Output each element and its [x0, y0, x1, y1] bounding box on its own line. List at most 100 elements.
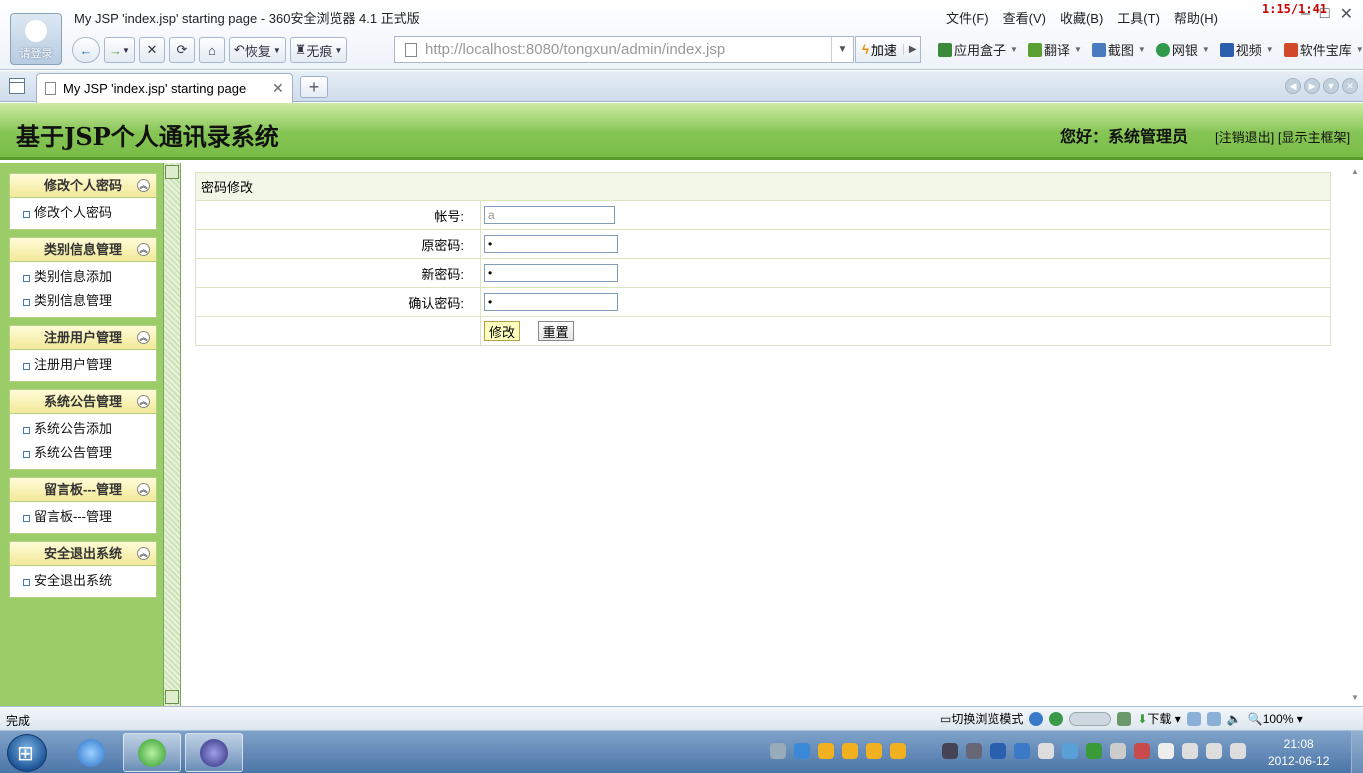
tray-app-icon[interactable]: [1110, 743, 1126, 759]
tray-network-icon[interactable]: [1206, 743, 1222, 759]
tool-software[interactable]: 软件宝库 ▼: [1283, 40, 1363, 59]
cleanup-icon[interactable]: [1117, 711, 1132, 726]
tray-qq-icon[interactable]: [818, 743, 834, 759]
menu-view[interactable]: 查看(V): [1003, 8, 1046, 27]
new-password-input[interactable]: [484, 264, 618, 282]
collapse-icon[interactable]: ︽: [137, 547, 150, 560]
menu-group-header[interactable]: 修改个人密码 ︽: [9, 173, 157, 198]
address-bar[interactable]: http://localhost:8080/tongxun/admin/inde…: [394, 36, 854, 63]
security-icon[interactable]: [1049, 711, 1064, 726]
close-window-icon[interactable]: ✕: [1340, 4, 1353, 24]
confirm-password-input[interactable]: [484, 293, 618, 311]
menu-file[interactable]: 文件(F): [946, 8, 989, 27]
zoom-control[interactable]: 🔍100% ▾: [1248, 712, 1303, 726]
collapse-icon[interactable]: ︽: [137, 243, 150, 256]
address-dropdown-icon[interactable]: ▼: [831, 37, 853, 62]
ie-mode-icon[interactable]: [1029, 711, 1044, 726]
close-all-tabs-icon[interactable]: ✕: [1342, 78, 1358, 94]
tray-app-icon[interactable]: [1062, 743, 1078, 759]
tray-qq-icon[interactable]: [890, 743, 906, 759]
splitter-top-button[interactable]: [165, 165, 179, 179]
tray-shield-icon[interactable]: [1014, 743, 1030, 759]
address-url[interactable]: http://localhost:8080/tongxun/admin/inde…: [425, 41, 831, 58]
tray-app-icon[interactable]: [966, 743, 982, 759]
back-button[interactable]: ←: [72, 37, 100, 63]
menu-group-header[interactable]: 类别信息管理 ︽: [9, 237, 157, 262]
tool-ebank[interactable]: 网银 ▼: [1155, 40, 1210, 59]
scroll-up-icon[interactable]: ▲: [1351, 167, 1359, 176]
tray-qq-icon[interactable]: [842, 743, 858, 759]
start-button[interactable]: [7, 734, 47, 772]
speed-button[interactable]: ϟ 加速 ▶: [855, 36, 921, 63]
restore-button[interactable]: ↶ 恢复 ▼: [228, 37, 286, 63]
toggle-switch-icon[interactable]: [1069, 711, 1112, 726]
login-avatar[interactable]: 请登录: [10, 13, 62, 65]
browse-mode-toggle[interactable]: ▭切换浏览模式: [940, 710, 1023, 727]
show-desktop-button[interactable]: [1351, 731, 1363, 773]
menu-item-notice-manage[interactable]: 系统公告管理: [10, 441, 156, 465]
submit-button[interactable]: 修改: [484, 321, 521, 341]
menu-tools[interactable]: 工具(T): [1117, 8, 1160, 27]
menu-item-category-add[interactable]: 类别信息添加: [10, 265, 156, 289]
stop-button[interactable]: ✕: [138, 37, 165, 63]
tray-app-icon[interactable]: [1086, 743, 1102, 759]
menu-group-header[interactable]: 留言板---管理 ︽: [9, 477, 157, 502]
collapse-icon[interactable]: ︽: [137, 395, 150, 408]
menu-group-header[interactable]: 系统公告管理 ︽: [9, 389, 157, 414]
collapse-icon[interactable]: ︽: [137, 179, 150, 192]
tray-flag-icon[interactable]: [1158, 743, 1174, 759]
menu-group-header[interactable]: 安全退出系统 ︽: [9, 541, 157, 566]
system-clock[interactable]: 21:08 2012-06-12: [1268, 736, 1329, 770]
tab-active[interactable]: My JSP 'index.jsp' starting page ✕: [36, 73, 293, 103]
tool-screenshot[interactable]: 截图 ▼: [1091, 40, 1146, 59]
menu-item-notice-add[interactable]: 系统公告添加: [10, 417, 156, 441]
home-button[interactable]: ⌂: [198, 37, 225, 63]
tray-qq-icon[interactable]: [866, 743, 882, 759]
download-button[interactable]: ⬇下载 ▾: [1137, 710, 1180, 727]
tool-app-box[interactable]: 应用盒子 ▼: [938, 40, 1018, 59]
tray-app-icon[interactable]: [990, 743, 1006, 759]
taskbar-360-browser[interactable]: [123, 733, 181, 772]
tab-scroll-left-icon[interactable]: ◀: [1285, 78, 1301, 94]
menu-group-header[interactable]: 注册用户管理 ︽: [9, 325, 157, 350]
close-tab-icon[interactable]: ✕: [272, 80, 292, 97]
go-icon[interactable]: ▶: [902, 44, 917, 55]
collapse-icon[interactable]: ︽: [137, 483, 150, 496]
forward-button[interactable]: → ▼: [104, 37, 135, 63]
tray-app-icon[interactable]: [1038, 743, 1054, 759]
tool-translate[interactable]: 翻译 ▼: [1027, 40, 1082, 59]
menu-item-guestbook-manage[interactable]: 留言板---管理: [10, 505, 156, 529]
tray-app-icon[interactable]: [794, 743, 810, 759]
tray-app-icon[interactable]: [1182, 743, 1198, 759]
menu-help[interactable]: 帮助(H): [1174, 8, 1218, 27]
tray-app-icon[interactable]: [1134, 743, 1150, 759]
frame-splitter[interactable]: [163, 163, 181, 706]
refresh-button[interactable]: ⟳: [168, 37, 195, 63]
menu-item-user-manage[interactable]: 注册用户管理: [10, 353, 156, 377]
status-tool-icon[interactable]: [1206, 711, 1221, 726]
sidebar-toggle-icon[interactable]: [9, 78, 25, 94]
tray-app-icon[interactable]: [942, 743, 958, 759]
taskbar-ie[interactable]: [62, 733, 120, 772]
tray-keyboard-icon[interactable]: [770, 743, 786, 759]
new-tab-button[interactable]: +: [300, 76, 328, 98]
collapse-icon[interactable]: ︽: [137, 331, 150, 344]
splitter-bottom-button[interactable]: [165, 690, 179, 704]
account-input[interactable]: [484, 206, 615, 224]
old-password-input[interactable]: [484, 235, 618, 253]
status-tool-icon[interactable]: [1186, 711, 1201, 726]
vertical-scrollbar[interactable]: ▲ ▼: [1349, 163, 1363, 706]
menu-favorites[interactable]: 收藏(B): [1060, 8, 1103, 27]
taskbar-eclipse[interactable]: [185, 733, 243, 772]
menu-item-safe-exit[interactable]: 安全退出系统: [10, 569, 156, 593]
scroll-down-icon[interactable]: ▼: [1351, 693, 1359, 702]
menu-item-category-manage[interactable]: 类别信息管理: [10, 289, 156, 313]
menu-item-change-password[interactable]: 修改个人密码: [10, 201, 156, 225]
logout-link[interactable]: [注销退出]: [1215, 130, 1274, 145]
tab-scroll-right-icon[interactable]: ▶: [1304, 78, 1320, 94]
show-frame-link[interactable]: [显示主框架]: [1278, 130, 1350, 145]
speaker-icon[interactable]: 🔈: [1227, 712, 1242, 726]
minimize-icon[interactable]: –: [1301, 5, 1310, 23]
tab-list-icon[interactable]: ▼: [1323, 78, 1339, 94]
tool-video[interactable]: 视频 ▼: [1219, 40, 1274, 59]
